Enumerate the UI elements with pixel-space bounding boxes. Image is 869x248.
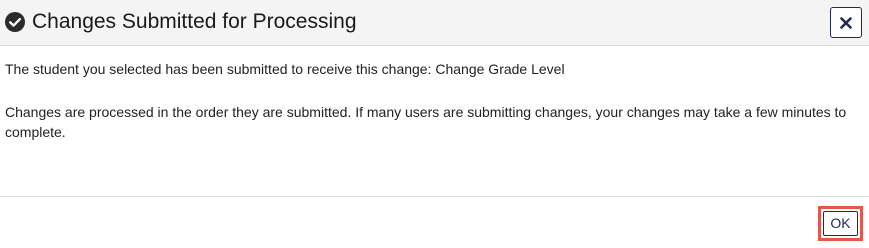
message-line-2: Changes are processed in the order they …	[5, 104, 847, 140]
close-icon	[840, 16, 852, 29]
dialog-title: Changes Submitted for Processing	[32, 10, 357, 33]
footer-divider	[0, 196, 869, 197]
check-circle-icon	[5, 12, 25, 32]
close-button[interactable]	[830, 7, 862, 38]
message-line-1: The student you selected has been submit…	[5, 61, 565, 77]
ok-button[interactable]: OK	[823, 211, 858, 236]
dialog-header: Changes Submitted for Processing	[0, 0, 869, 46]
changes-submitted-dialog: Changes Submitted for Processing The stu…	[0, 0, 869, 248]
